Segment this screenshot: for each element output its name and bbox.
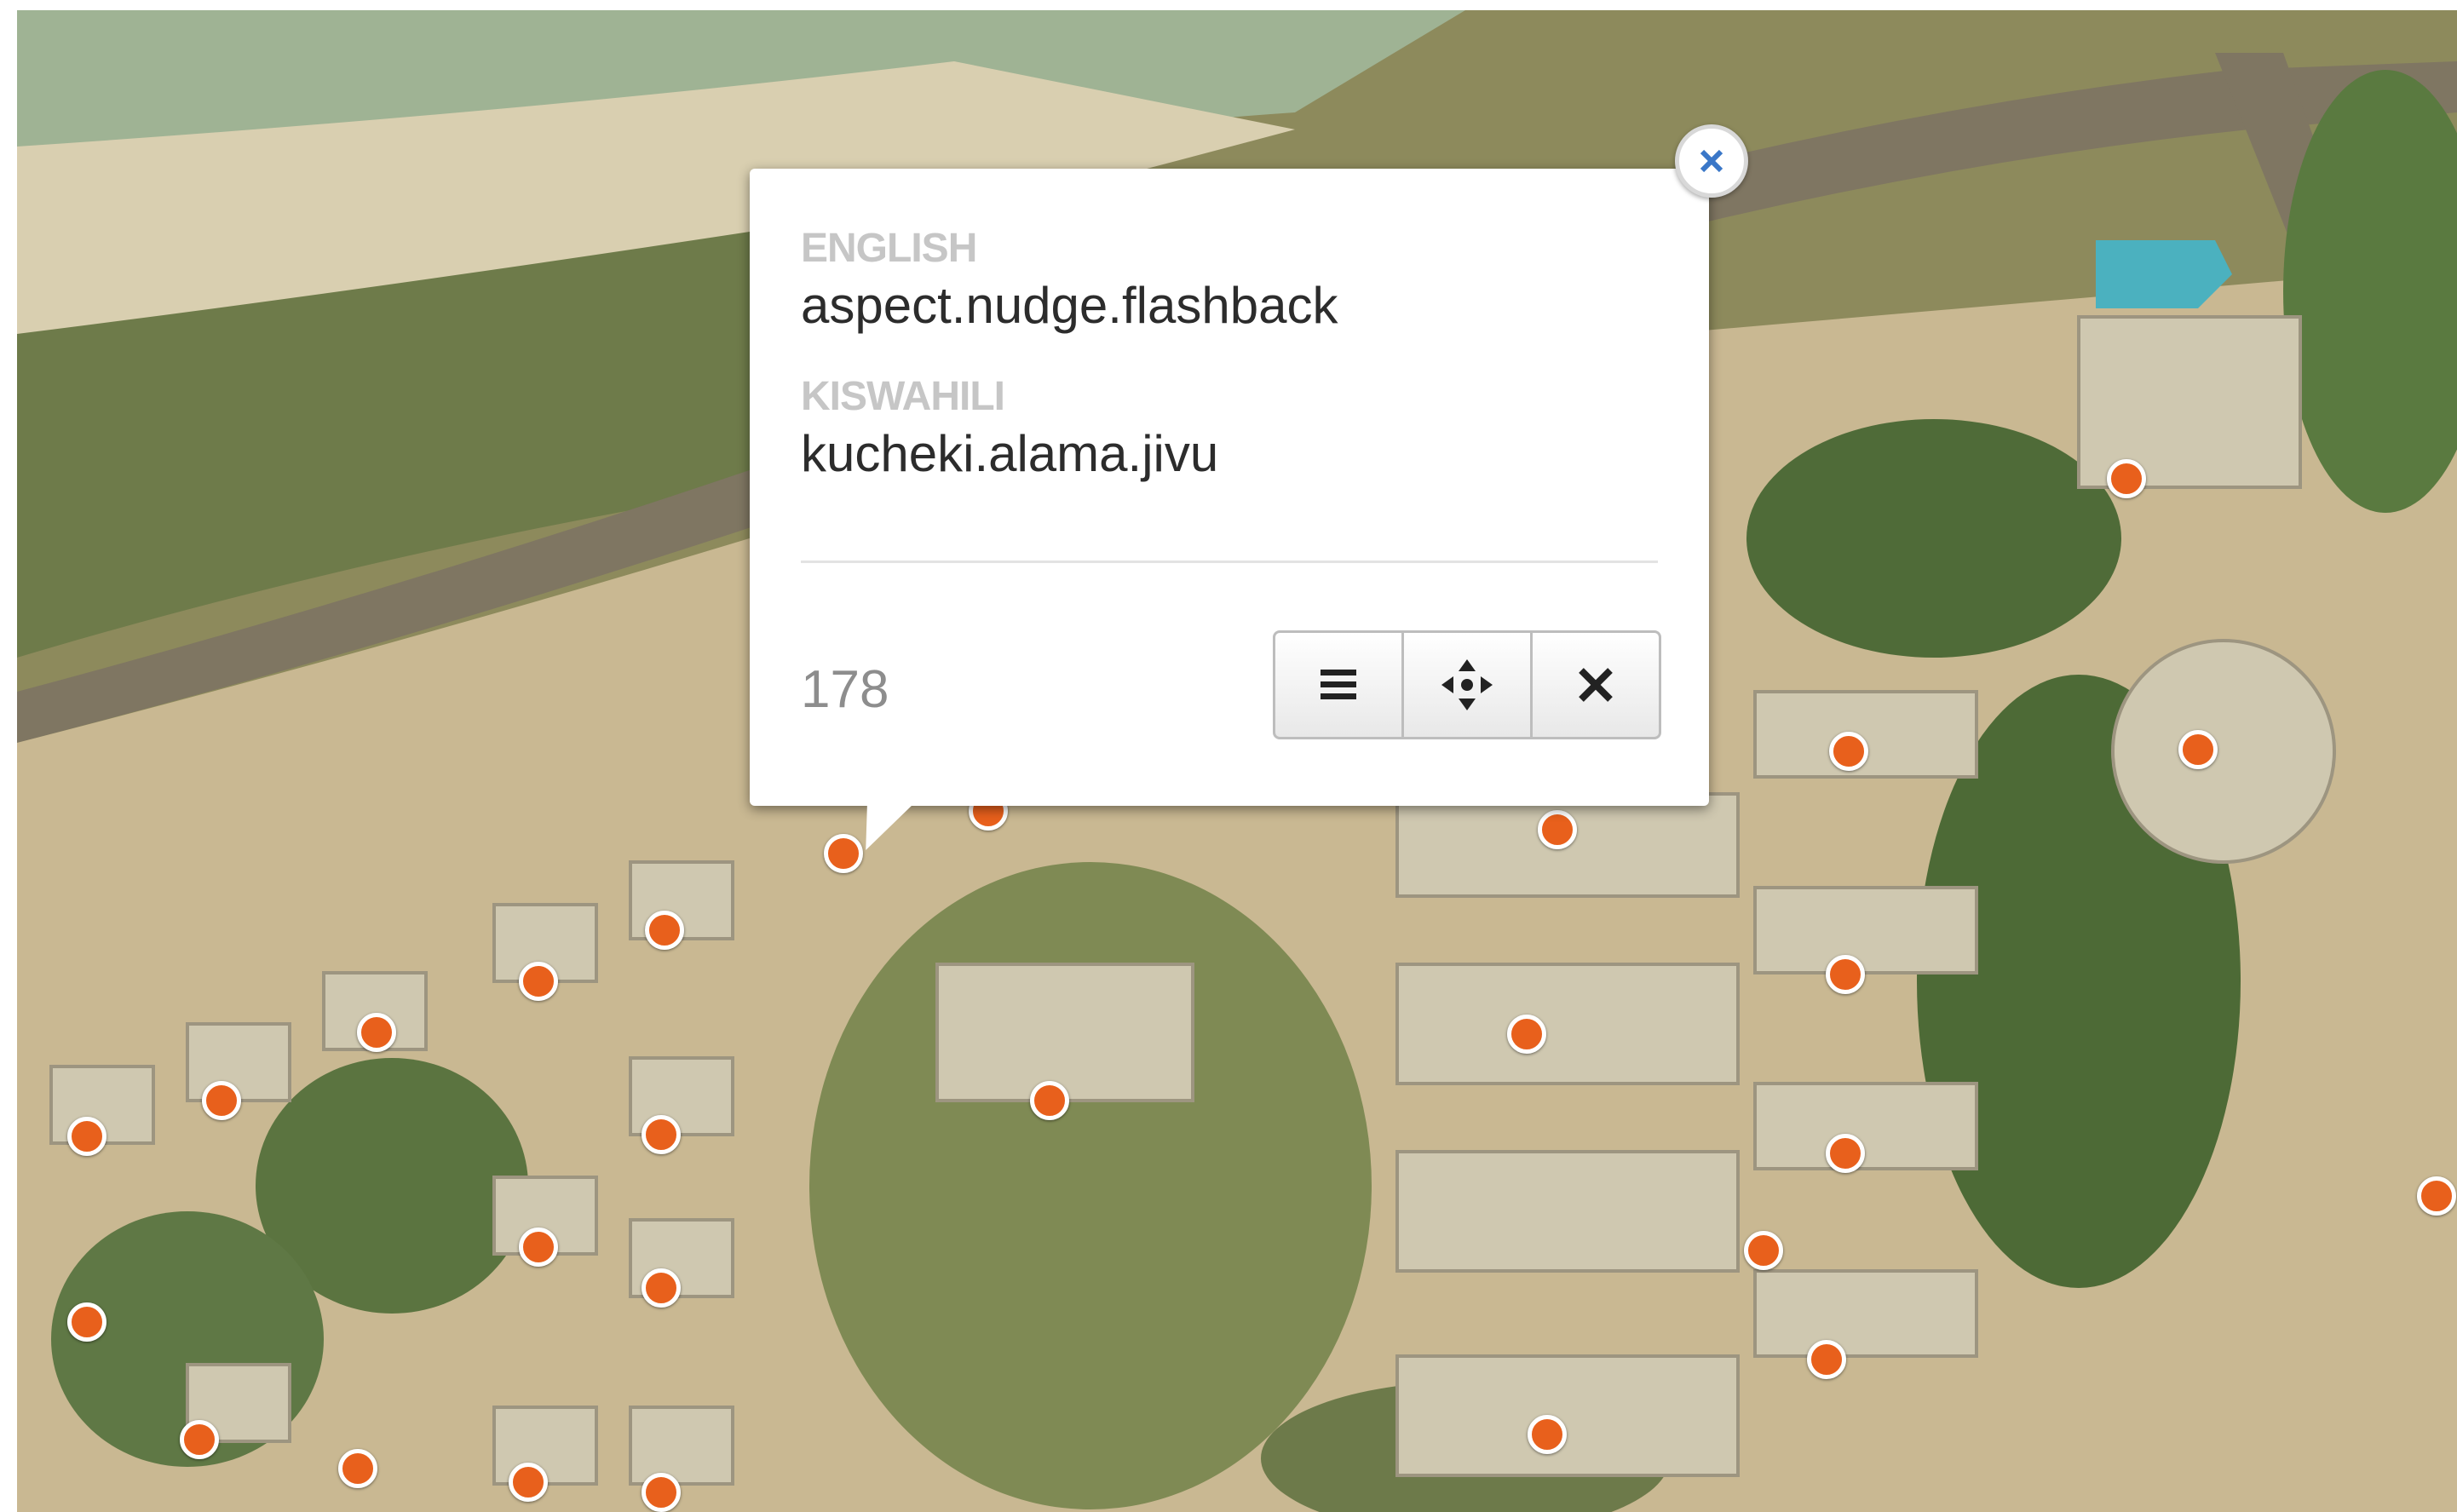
map-marker[interactable] [509,1463,548,1502]
popup-close-button[interactable] [1675,124,1748,198]
map-marker[interactable] [645,911,684,950]
map-marker[interactable] [1030,1081,1069,1120]
popup-divider [801,561,1658,563]
kiswahili-value: kucheki.alama.jivu [801,425,1219,482]
map-marker[interactable] [642,1115,681,1154]
english-label: ENGLISH [801,226,977,271]
map-marker[interactable] [1744,1231,1783,1270]
map-marker[interactable] [67,1302,106,1342]
map-marker[interactable] [1507,1015,1546,1054]
map-marker[interactable] [642,1473,681,1512]
map-marker[interactable] [1538,810,1577,849]
map-marker[interactable] [1826,955,1865,994]
map-marker[interactable] [2417,1176,2456,1216]
map-marker[interactable] [1528,1415,1567,1454]
map-marker[interactable] [2178,730,2218,769]
map-marker[interactable] [1826,1134,1865,1173]
move-icon [1441,659,1493,710]
map-marker[interactable] [519,1227,558,1267]
map-marker[interactable] [202,1081,241,1120]
map-marker[interactable] [357,1013,396,1052]
close-icon [1700,149,1723,173]
map-marker[interactable] [642,1268,681,1308]
map-marker[interactable] [519,962,558,1001]
details-button[interactable] [1275,633,1401,737]
map-marker[interactable] [2107,459,2146,498]
delete-button[interactable] [1530,633,1659,737]
map-marker[interactable] [1829,732,1868,771]
move-button[interactable] [1401,633,1530,737]
map-marker[interactable] [338,1449,377,1488]
map-marker[interactable] [67,1117,106,1156]
map-marker[interactable] [1807,1340,1846,1379]
english-value: aspect.nudge.flashback [801,277,1338,334]
close-icon [1579,668,1613,702]
popup-action-group [1273,630,1661,739]
kiswahili-label: KISWAHILI [801,374,1005,419]
feature-popup: ENGLISH aspect.nudge.flashback KISWAHILI… [750,169,1709,850]
feature-count: 178 [801,660,889,719]
map-marker[interactable] [180,1420,219,1459]
list-icon [1321,670,1356,699]
